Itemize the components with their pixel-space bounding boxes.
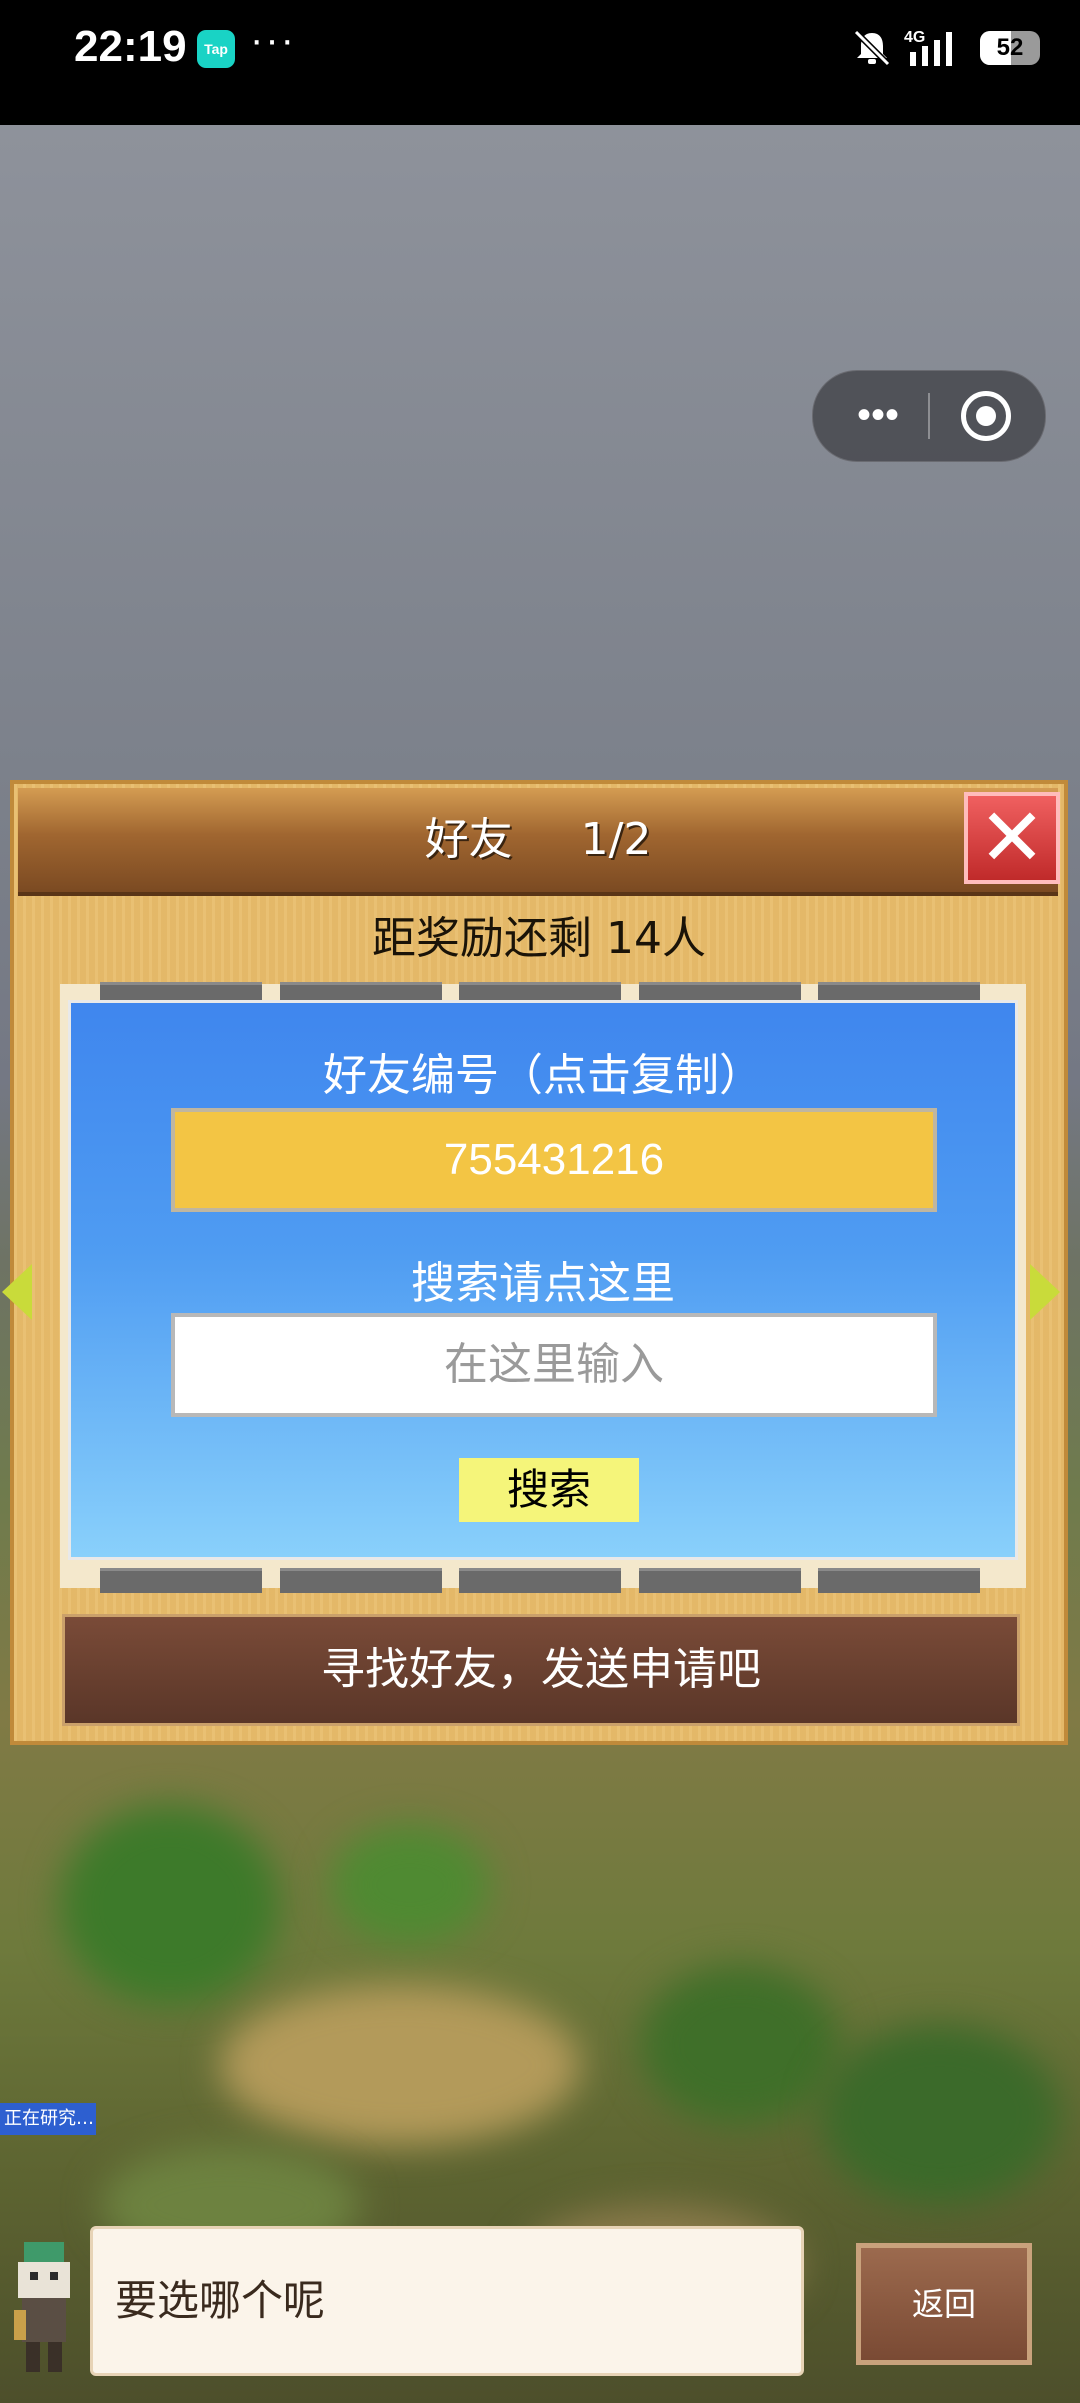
more-notifications-icon: ···	[250, 18, 296, 62]
status-icons: 4G 52	[852, 26, 1040, 70]
status-bar: 22:19 Tap ··· 4G 52	[0, 0, 1080, 125]
tab-strip	[638, 1568, 801, 1593]
tab-strip	[100, 1568, 262, 1593]
researching-tag: 正在研究…	[0, 2103, 96, 2135]
tap-app-icon: Tap	[197, 30, 235, 68]
friend-panel-frame: 好友编号（点击复制） 755431216 搜索请点这里 在这里输入 搜索	[60, 982, 1026, 1593]
tab-strip	[279, 1568, 442, 1593]
find-friends-button[interactable]: 寻找好友，发送申请吧	[62, 1614, 1020, 1726]
dialog-title-text: 好友	[424, 814, 513, 865]
signal-icon: 4G	[904, 29, 952, 66]
network-type: 4G	[904, 29, 925, 46]
reward-remaining-text: 距奖励还剩 14人	[372, 913, 706, 964]
back-button[interactable]: 返回	[856, 2243, 1032, 2365]
prev-page-arrow-icon[interactable]	[2, 1264, 32, 1320]
friend-search-panel: 好友编号（点击复制） 755431216 搜索请点这里 在这里输入 搜索	[68, 1000, 1018, 1560]
mute-bell-icon	[853, 29, 891, 67]
dialogue-text: 要选哪个呢	[115, 2276, 326, 2325]
battery-icon: 52	[980, 31, 1040, 65]
close-target-icon[interactable]	[961, 391, 1011, 441]
character-avatar-icon	[14, 2242, 70, 2372]
miniprogram-capsule: •••	[812, 370, 1046, 462]
dialog-header: 好友 1/2	[18, 788, 1058, 896]
more-icon[interactable]: •••	[843, 395, 913, 435]
search-button[interactable]: 搜索	[459, 1458, 639, 1522]
friends-dialog: 好友 1/2 ✕ 距奖励还剩 14人 好友编号（点击复制） 755431216 …	[2, 780, 1068, 1745]
dialog-title: 好友 1/2	[18, 788, 1058, 892]
friend-search-input[interactable]: 在这里输入	[171, 1313, 937, 1417]
friend-id-label: 好友编号（点击复制）	[323, 1050, 763, 1101]
next-page-arrow-icon[interactable]	[1030, 1264, 1060, 1320]
dialogue-box: 要选哪个呢	[90, 2226, 804, 2376]
dialog-close-button[interactable]: ✕	[964, 792, 1060, 884]
close-icon: ✕	[978, 791, 1046, 884]
tab-strip	[818, 1568, 980, 1593]
friend-id-copy-box[interactable]: 755431216	[171, 1108, 937, 1212]
capsule-divider	[928, 393, 930, 439]
dialog-page-indicator: 1/2	[580, 814, 652, 865]
tab-strip	[459, 1568, 621, 1593]
panel-tabs-bottom	[100, 1568, 980, 1593]
search-label: 搜索请点这里	[411, 1258, 675, 1309]
battery-level: 52	[996, 34, 1024, 61]
status-time: 22:19	[74, 22, 187, 71]
